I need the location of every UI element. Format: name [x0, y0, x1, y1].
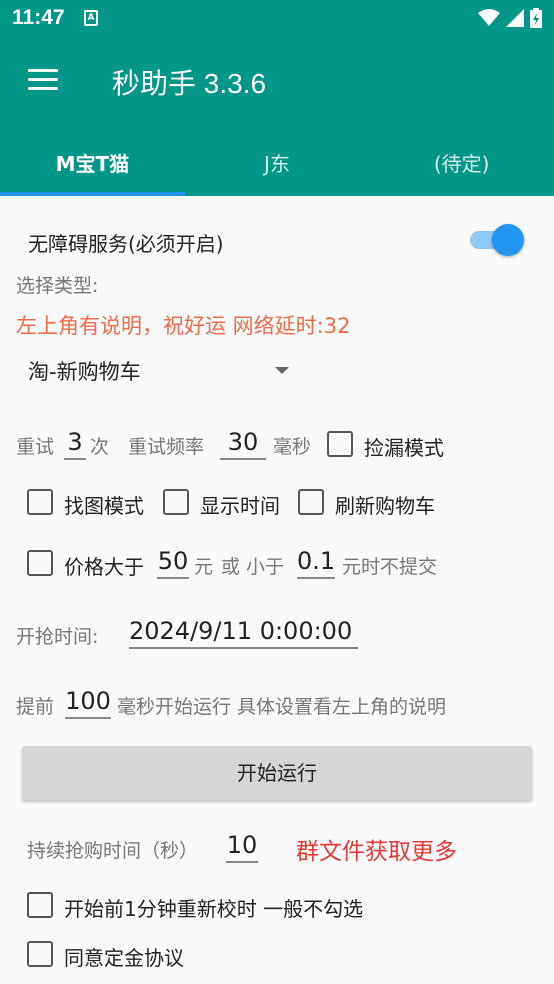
- tab-jd[interactable]: J东: [185, 128, 370, 196]
- tab-pending[interactable]: (待定): [369, 128, 554, 196]
- signal-icon: [506, 9, 524, 27]
- retry-count-input[interactable]: 3: [64, 428, 86, 460]
- battery-icon: [530, 8, 542, 28]
- notice-text: 左上角有说明，祝好运 网络延时:32: [16, 314, 351, 338]
- advance-suffix: 毫秒开始运行 具体设置看左上角的说明: [117, 696, 447, 718]
- advance-input[interactable]: 100: [65, 687, 111, 719]
- retry-count-unit: 次: [90, 436, 110, 458]
- recalibrate-label: 开始前1分钟重新校时 一般不勾选: [64, 897, 364, 921]
- duration-label: 持续抢购时间（秒）: [27, 840, 199, 862]
- find-image-label: 找图模式: [64, 494, 144, 518]
- advance-prefix: 提前: [16, 696, 55, 718]
- tab-tmall[interactable]: M宝T猫: [0, 128, 185, 196]
- duration-input[interactable]: 10: [226, 831, 258, 863]
- tab-bar: M宝T猫 J东 (待定): [0, 128, 554, 196]
- status-bar: 11:47 A: [0, 0, 554, 36]
- price-filter-checkbox[interactable]: [27, 550, 53, 576]
- type-dropdown[interactable]: 淘-新购物车: [28, 356, 141, 386]
- start-time-label: 开抢时间:: [16, 626, 99, 648]
- retry-label: 重试: [16, 436, 55, 458]
- group-files-text: 群文件获取更多: [296, 839, 457, 865]
- agree-deposit-label: 同意定金协议: [64, 946, 184, 970]
- accessibility-switch[interactable]: [470, 224, 524, 256]
- recalibrate-checkbox[interactable]: [27, 892, 53, 918]
- accessibility-label: 无障碍服务(必须开启): [28, 232, 224, 256]
- wifi-icon: [478, 9, 500, 26]
- retry-freq-input[interactable]: 30: [220, 428, 266, 460]
- select-type-label: 选择类型:: [16, 275, 99, 297]
- app-bar: 秒助手 3.3.6: [0, 36, 554, 128]
- price-min-input[interactable]: 50: [157, 547, 189, 579]
- retry-freq-unit: 毫秒: [273, 436, 312, 458]
- chevron-down-icon[interactable]: [275, 367, 289, 374]
- find-image-checkbox[interactable]: [27, 489, 53, 515]
- notification-icon: A: [84, 10, 98, 26]
- price-label: 价格大于: [64, 555, 144, 579]
- price-max-input[interactable]: 0.1: [297, 547, 335, 579]
- start-button[interactable]: 开始运行: [22, 746, 532, 800]
- show-time-checkbox[interactable]: [163, 489, 189, 515]
- pickup-mode-checkbox[interactable]: [327, 431, 353, 457]
- price-suffix: 元时不提交: [342, 556, 438, 578]
- app-title: 秒助手 3.3.6: [112, 68, 267, 99]
- retry-freq-label: 重试频率: [128, 436, 205, 458]
- system-icons: [478, 8, 542, 28]
- price-unit: 元: [194, 556, 214, 578]
- status-time: 11:47: [12, 6, 65, 29]
- pickup-mode-label: 捡漏模式: [364, 436, 444, 460]
- refresh-cart-label: 刷新购物车: [335, 494, 435, 518]
- refresh-cart-checkbox[interactable]: [298, 489, 324, 515]
- start-time-input[interactable]: 2024/9/11 0:00:00: [129, 617, 358, 649]
- menu-icon[interactable]: [28, 69, 58, 91]
- agree-deposit-checkbox[interactable]: [27, 941, 53, 967]
- show-time-label: 显示时间: [200, 494, 280, 518]
- price-or-text: 或 小于: [221, 556, 285, 578]
